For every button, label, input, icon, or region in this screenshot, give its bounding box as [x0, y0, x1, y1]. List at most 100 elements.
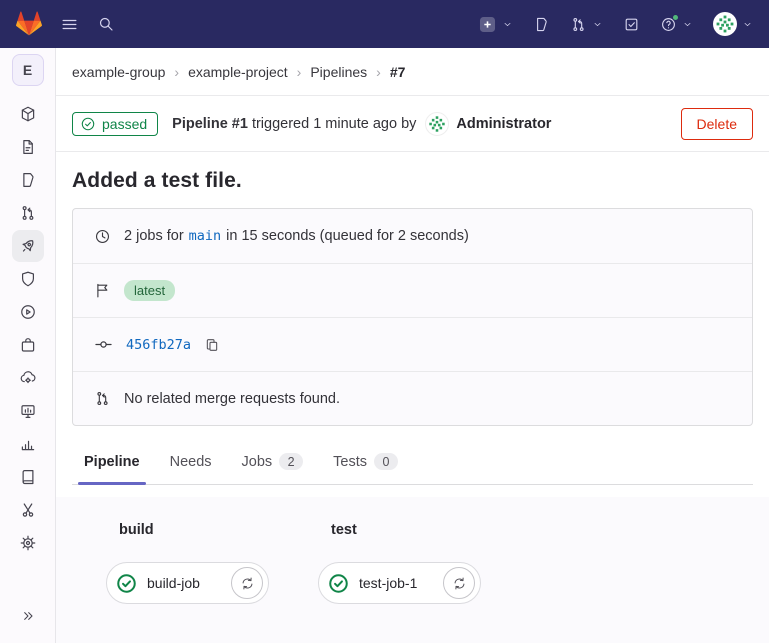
- merge-request-icon: [94, 390, 111, 407]
- tab-label: Needs: [170, 454, 212, 470]
- tab-label: Tests: [333, 454, 367, 470]
- pipeline-graph: build build-job test test-job-1: [56, 497, 769, 643]
- deployments-icon: [19, 303, 37, 321]
- tab-label: Jobs: [242, 454, 273, 470]
- sidebar-item-wiki[interactable]: [12, 461, 44, 493]
- shield-icon: [19, 270, 37, 288]
- help-button[interactable]: [660, 16, 693, 33]
- cloud-gear-icon: [19, 369, 37, 387]
- stage-name: test: [331, 522, 481, 538]
- left-sidebar: E: [0, 48, 56, 643]
- plus-icon: [478, 15, 497, 34]
- chevron-down-icon: [502, 19, 513, 30]
- pipeline-number: Pipeline #1: [172, 116, 248, 132]
- triggerer-avatar: [425, 112, 449, 136]
- job-success-icon: [327, 572, 350, 595]
- stage-name: build: [119, 522, 269, 538]
- job-test-job-1[interactable]: test-job-1: [318, 562, 481, 604]
- sidebar-item-ci-cd[interactable]: [12, 230, 44, 262]
- job-success-icon: [115, 572, 138, 595]
- merge-request-icon: [19, 204, 37, 222]
- copy-icon: [204, 337, 220, 353]
- merge-request-icon: [570, 16, 587, 33]
- double-chevron-right-icon: [20, 608, 36, 624]
- tab-tests-count-badge: 0: [374, 453, 398, 470]
- merge-requests-button[interactable]: [570, 16, 603, 33]
- search-icon[interactable]: [97, 15, 115, 33]
- chevron-down-icon: [682, 19, 693, 30]
- status-badge-label: passed: [102, 116, 147, 132]
- sidebar-item-analytics[interactable]: [12, 428, 44, 460]
- latest-badge: latest: [124, 280, 175, 301]
- monitor-icon: [19, 402, 37, 420]
- sidebar-item-merge-requests[interactable]: [12, 197, 44, 229]
- scissors-icon: [19, 501, 37, 519]
- breadcrumb-separator: ›: [174, 64, 179, 80]
- breadcrumb-pipelines[interactable]: Pipelines: [310, 64, 367, 80]
- breadcrumb-separator: ›: [376, 64, 381, 80]
- retry-job-button[interactable]: [443, 567, 475, 599]
- jobs-count-text: 2 jobs for: [124, 228, 184, 244]
- job-name: build-job: [147, 575, 202, 591]
- sidebar-item-security[interactable]: [12, 263, 44, 295]
- sidebar-item-repository[interactable]: [12, 131, 44, 163]
- job-name: test-job-1: [359, 575, 419, 591]
- tab-jobs[interactable]: Jobs 2: [240, 442, 306, 484]
- breadcrumb-separator: ›: [297, 64, 302, 80]
- status-success-icon: [80, 116, 96, 132]
- pipeline-status-bar: passed Pipeline #1 triggered 1 minute ag…: [56, 96, 769, 152]
- issues-icon: [533, 16, 550, 33]
- rocket-icon: [19, 237, 37, 255]
- copy-commit-sha-button[interactable]: [204, 337, 220, 353]
- merge-requests-row: No related merge requests found.: [73, 371, 752, 425]
- sidebar-item-packages[interactable]: [12, 329, 44, 361]
- jobs-duration-text: 2 jobs for main in 15 seconds (queued fo…: [124, 228, 469, 244]
- triggerer-name-link[interactable]: Administrator: [456, 116, 551, 132]
- sidebar-item-snippets[interactable]: [12, 494, 44, 526]
- job-build-job[interactable]: build-job: [106, 562, 269, 604]
- commit-icon: [94, 335, 113, 354]
- jobs-duration-row: 2 jobs for main in 15 seconds (queued fo…: [73, 209, 752, 263]
- chart-icon: [19, 435, 37, 453]
- tab-jobs-count-badge: 2: [279, 453, 303, 470]
- commit-sha-link[interactable]: 456fb27a: [126, 337, 191, 353]
- new-menu-button[interactable]: [478, 15, 513, 34]
- chevron-down-icon: [742, 19, 753, 30]
- pipeline-trigger-info: Pipeline #1 triggered 1 minute ago by Ad…: [172, 112, 551, 136]
- packages-icon: [19, 336, 37, 354]
- gear-icon: [19, 534, 37, 552]
- issues-button[interactable]: [533, 16, 550, 33]
- issues-icon: [19, 171, 37, 189]
- sidebar-item-settings[interactable]: [12, 527, 44, 559]
- triggered-text: triggered 1 minute ago by: [252, 116, 416, 132]
- sidebar-item-issues[interactable]: [12, 164, 44, 196]
- sidebar-item-infrastructure[interactable]: [12, 362, 44, 394]
- tab-tests[interactable]: Tests 0: [331, 442, 400, 484]
- flag-icon: [94, 282, 111, 299]
- sidebar-item-deployments[interactable]: [12, 296, 44, 328]
- pipeline-tabs: Pipeline Needs Jobs 2 Tests 0: [72, 442, 753, 485]
- breadcrumb-group[interactable]: example-group: [72, 64, 165, 80]
- gitlab-logo[interactable]: [16, 11, 42, 37]
- chevron-down-icon: [592, 19, 603, 30]
- status-badge: passed: [72, 112, 158, 136]
- tab-needs[interactable]: Needs: [168, 442, 214, 484]
- collapse-sidebar-button[interactable]: [12, 600, 44, 632]
- sidebar-item-project[interactable]: [12, 98, 44, 130]
- user-menu-button[interactable]: [713, 12, 753, 36]
- retry-job-button[interactable]: [231, 567, 263, 599]
- user-avatar: [713, 12, 737, 36]
- stage-build: build build-job: [106, 522, 269, 604]
- project-avatar[interactable]: E: [12, 54, 44, 86]
- branch-link[interactable]: main: [189, 228, 222, 244]
- delete-button[interactable]: Delete: [681, 108, 753, 140]
- retry-icon: [240, 576, 255, 591]
- hamburger-menu-icon[interactable]: [60, 15, 79, 34]
- sidebar-item-monitor[interactable]: [12, 395, 44, 427]
- no-merge-requests-text: No related merge requests found.: [124, 391, 340, 407]
- breadcrumb-project[interactable]: example-project: [188, 64, 288, 80]
- top-navbar: [0, 0, 769, 48]
- breadcrumb: example-group › example-project › Pipeli…: [56, 48, 769, 96]
- tab-pipeline[interactable]: Pipeline: [82, 442, 142, 484]
- todos-button[interactable]: [623, 16, 640, 33]
